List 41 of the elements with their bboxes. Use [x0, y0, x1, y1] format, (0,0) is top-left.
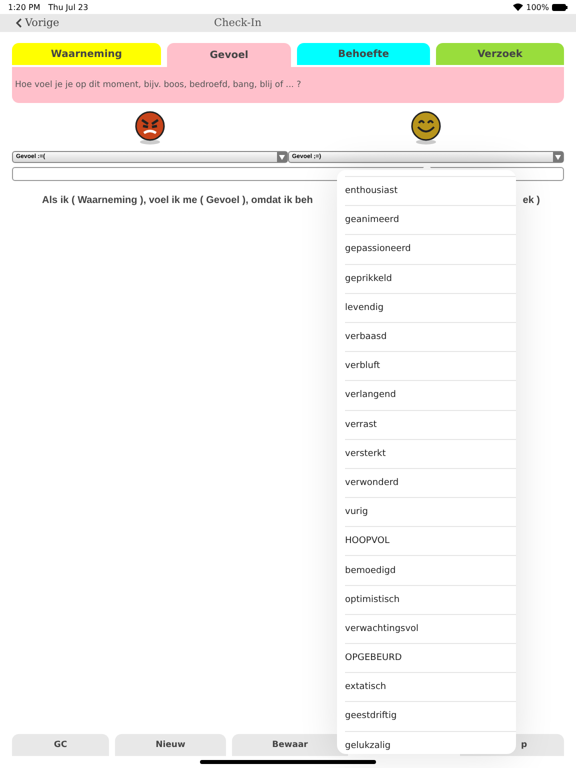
feeling-option[interactable]: geprikkeld	[345, 264, 516, 293]
tab[interactable]: Behoefte	[297, 43, 430, 65]
battery-icon	[552, 4, 568, 10]
prompt-text: Hoe voel je je op dit moment, bijv. boos, bedroefd, bang, blij of ... ?	[15, 80, 302, 90]
feeling-option[interactable]: bemoedigd	[345, 555, 516, 585]
feeling-option[interactable]: geestdriftig	[345, 701, 516, 731]
feeling-option[interactable]: levendig	[345, 292, 516, 322]
feeling-option[interactable]: verbluft	[345, 351, 516, 380]
feeling-option[interactable]: gepassioneerd	[345, 234, 516, 264]
feeling-option[interactable]: HOOPVOL	[345, 526, 516, 556]
sentence-text: Als ik ( Waarneming ), voel ik me ( Gevoel ), omdat ik beh	[42, 195, 313, 206]
toolbar-button[interactable]: GC	[12, 734, 109, 756]
feeling-option[interactable]: vurig	[345, 497, 516, 526]
feeling-option[interactable]: verwonderd	[345, 468, 516, 498]
feeling-option[interactable]: extatisch	[345, 672, 516, 702]
chevron-icon	[16, 18, 22, 28]
tab[interactable]: Waarneming	[12, 43, 161, 65]
page-title: Check-In	[214, 17, 262, 29]
feeling-option[interactable]: OPGEBEURD	[345, 643, 516, 672]
status-time: 1:20 PM	[8, 2, 40, 12]
feeling-option[interactable]: verlangend	[345, 380, 516, 410]
battery-percent: 100%	[526, 2, 549, 12]
dropdown-arrow-icon	[277, 152, 287, 162]
sentence-text: ek )	[522, 195, 540, 206]
status-date: Thu Jul 23	[48, 2, 88, 12]
feeling-option[interactable]: geanimeerd	[345, 205, 516, 234]
feeling-option[interactable]: gelukzalig	[345, 730, 516, 754]
wifi-icon	[513, 3, 524, 11]
feeling-option[interactable]: verbaasd	[345, 322, 516, 352]
dropdown-arrow-icon	[553, 152, 563, 162]
toolbar-button[interactable]: Nieuw	[115, 734, 226, 756]
tab[interactable]: Verzoek	[436, 43, 564, 65]
angry-face-icon	[135, 111, 165, 145]
feeling-option[interactable]: versterkt	[345, 438, 516, 468]
tab[interactable]: Gevoel	[167, 43, 291, 67]
feeling-option[interactable]: verwachtingsvol	[345, 614, 516, 643]
feeling-option[interactable]: optimistisch	[345, 584, 516, 614]
smiley-icon	[411, 111, 441, 145]
feeling-option[interactable]: enthousiast	[345, 176, 516, 206]
feeling-option[interactable]: verrast	[345, 410, 516, 439]
back-button[interactable]: Vorige	[16, 17, 60, 29]
